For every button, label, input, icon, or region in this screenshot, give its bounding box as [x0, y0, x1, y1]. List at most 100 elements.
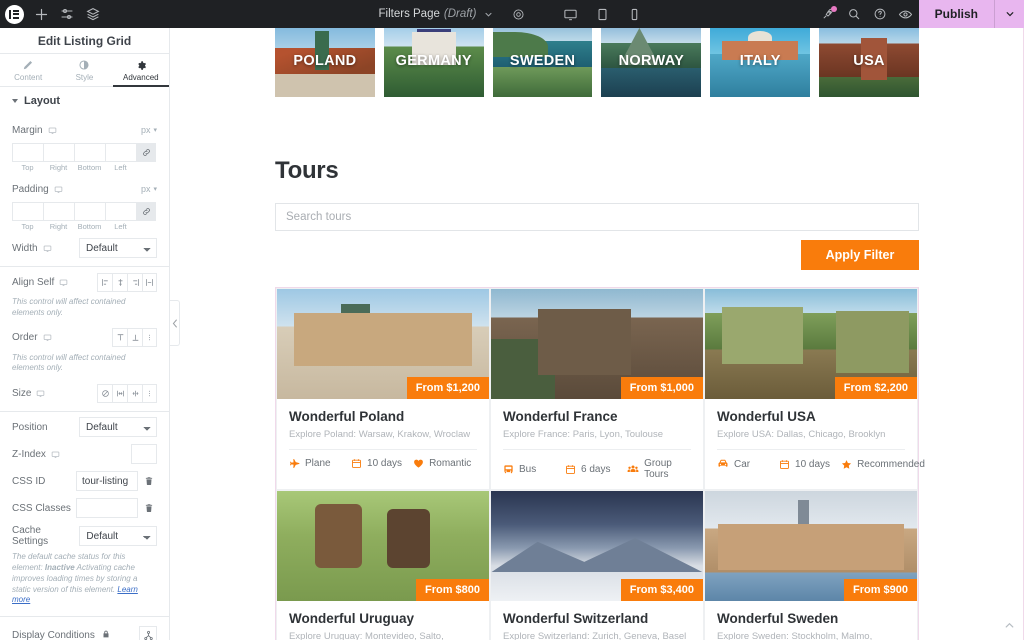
publish-button[interactable]: Publish: [918, 0, 994, 28]
gear-icon[interactable]: [505, 0, 531, 28]
z-index-input[interactable]: [131, 444, 157, 465]
tour-card[interactable]: From $3,400 Wonderful Switzerland Explor…: [490, 490, 704, 640]
mobile-icon[interactable]: [621, 0, 647, 28]
margin-top-input[interactable]: [12, 143, 43, 162]
desktop-icon[interactable]: [54, 185, 63, 194]
tour-meta-tag: Recommended: [841, 459, 925, 470]
cache-settings-label: Cache Settings: [12, 525, 49, 548]
margin-inputs: [12, 143, 157, 162]
align-start-icon[interactable]: [97, 272, 112, 292]
section-layout[interactable]: Layout: [0, 87, 169, 115]
tour-meta-transport-label: Bus: [519, 463, 537, 475]
position-select[interactable]: Default: [79, 417, 157, 438]
country-card-norway[interactable]: NORWAY: [601, 28, 702, 97]
apply-filter-button[interactable]: Apply Filter: [801, 240, 919, 270]
css-classes-label: CSS Classes: [12, 502, 71, 514]
tour-image: From $2,200: [705, 289, 917, 399]
tablet-icon[interactable]: [589, 0, 615, 28]
tour-title: Wonderful Poland: [289, 409, 405, 424]
margin-bottom-input[interactable]: [74, 143, 105, 162]
padding-right-input[interactable]: [43, 202, 74, 221]
tab-content-label: Content: [14, 72, 43, 82]
editor-top-bar: Filters Page (Draft) Publish: [0, 0, 1024, 28]
css-classes-input[interactable]: [76, 498, 138, 519]
tour-card[interactable]: From $1,000 Wonderful France Explore Fra…: [490, 288, 704, 490]
tour-meta-tag-label: Romantic: [429, 458, 472, 469]
trash-icon[interactable]: [141, 503, 157, 513]
country-card-italy[interactable]: ITALY: [710, 28, 811, 97]
padding-bottom-input[interactable]: [74, 202, 105, 221]
order-hint: This control will affect contained eleme…: [12, 352, 126, 373]
search-input[interactable]: [275, 203, 919, 231]
country-card-poland[interactable]: POLAND: [275, 28, 375, 97]
padding-unit[interactable]: px ▾: [141, 184, 157, 194]
tour-meta-duration-label: 10 days: [367, 458, 403, 469]
padding-top-input[interactable]: [12, 202, 43, 221]
tab-style[interactable]: Style: [56, 54, 112, 86]
grow-icon[interactable]: [112, 383, 127, 403]
order-custom-icon[interactable]: [142, 328, 157, 348]
align-stretch-icon[interactable]: [142, 272, 157, 292]
editor-canvas: POLAND GERMANY SWEDEN NORWAY ITALY USA T…: [170, 28, 1024, 640]
css-id-label: CSS ID: [12, 475, 46, 487]
publish-options-button[interactable]: [994, 0, 1024, 28]
margin-label-right: Right: [49, 163, 68, 172]
link-icon[interactable]: [136, 202, 156, 221]
link-icon[interactable]: [136, 143, 156, 162]
country-card-sweden[interactable]: SWEDEN: [492, 28, 593, 97]
conditions-icon[interactable]: [139, 626, 157, 640]
question-circle-icon[interactable]: [867, 0, 893, 28]
tour-price: From $1,200: [406, 377, 489, 399]
margin-label-top: Top: [21, 163, 34, 172]
elementor-logo-icon[interactable]: [0, 0, 28, 28]
desktop-icon[interactable]: [51, 450, 60, 459]
desktop-icon[interactable]: [48, 126, 57, 135]
calendar-icon: [351, 458, 362, 469]
desktop-icon[interactable]: [557, 0, 583, 28]
order-start-icon[interactable]: [112, 328, 127, 348]
country-card-germany[interactable]: GERMANY: [383, 28, 484, 97]
desktop-icon[interactable]: [36, 389, 45, 398]
margin-right-input[interactable]: [43, 143, 74, 162]
tour-description: Explore Switzerland: Zurich, Geneva, Bas…: [503, 631, 691, 640]
margin-left-input[interactable]: [105, 143, 136, 162]
trash-icon[interactable]: [141, 476, 157, 486]
chevron-down-icon: [12, 99, 18, 103]
tour-card[interactable]: From $800 Wonderful Uruguay Explore Urug…: [276, 490, 490, 640]
document-title[interactable]: Filters Page (Draft): [377, 8, 496, 20]
tour-card[interactable]: From $2,200 Wonderful USA Explore USA: D…: [704, 288, 925, 490]
country-label-usa: USA: [853, 53, 885, 69]
align-end-icon[interactable]: [127, 272, 142, 292]
tab-advanced[interactable]: Advanced: [112, 54, 169, 87]
eye-icon[interactable]: [893, 0, 919, 28]
panel-collapse-handle[interactable]: [170, 300, 180, 346]
country-card-usa[interactable]: USA: [819, 28, 919, 97]
align-center-icon[interactable]: [112, 272, 127, 292]
css-id-input[interactable]: [76, 471, 138, 492]
tour-card[interactable]: From $1,200 Wonderful Poland Explore Pol…: [276, 288, 490, 490]
chevron-up-icon[interactable]: [1000, 616, 1018, 634]
tour-meta: Car 10 days Recommended: [717, 450, 925, 470]
tab-content[interactable]: Content: [0, 54, 56, 86]
custom-icon[interactable]: [142, 383, 157, 403]
padding-label-left: Left: [114, 222, 127, 231]
cache-note-status: Inactive: [44, 562, 75, 572]
order-end-icon[interactable]: [127, 328, 142, 348]
rocket-icon[interactable]: [815, 0, 841, 28]
tour-title: Wonderful USA: [717, 409, 816, 424]
padding-left-input[interactable]: [105, 202, 136, 221]
desktop-icon[interactable]: [59, 278, 68, 287]
layers-icon[interactable]: [80, 0, 106, 28]
sliders-icon[interactable]: [54, 0, 80, 28]
tour-card[interactable]: From $900 Wonderful Sweden Explore Swede…: [704, 490, 918, 640]
width-select[interactable]: Default: [79, 238, 157, 258]
search-icon[interactable]: [841, 0, 867, 28]
plus-icon[interactable]: [28, 0, 54, 28]
desktop-icon[interactable]: [43, 333, 52, 342]
desktop-icon[interactable]: [43, 244, 52, 253]
margin-unit[interactable]: px ▾: [141, 125, 157, 135]
none-icon[interactable]: [97, 383, 112, 403]
width-label: Width: [12, 242, 38, 254]
shrink-icon[interactable]: [127, 383, 142, 403]
cache-settings-select[interactable]: Default: [79, 526, 157, 547]
